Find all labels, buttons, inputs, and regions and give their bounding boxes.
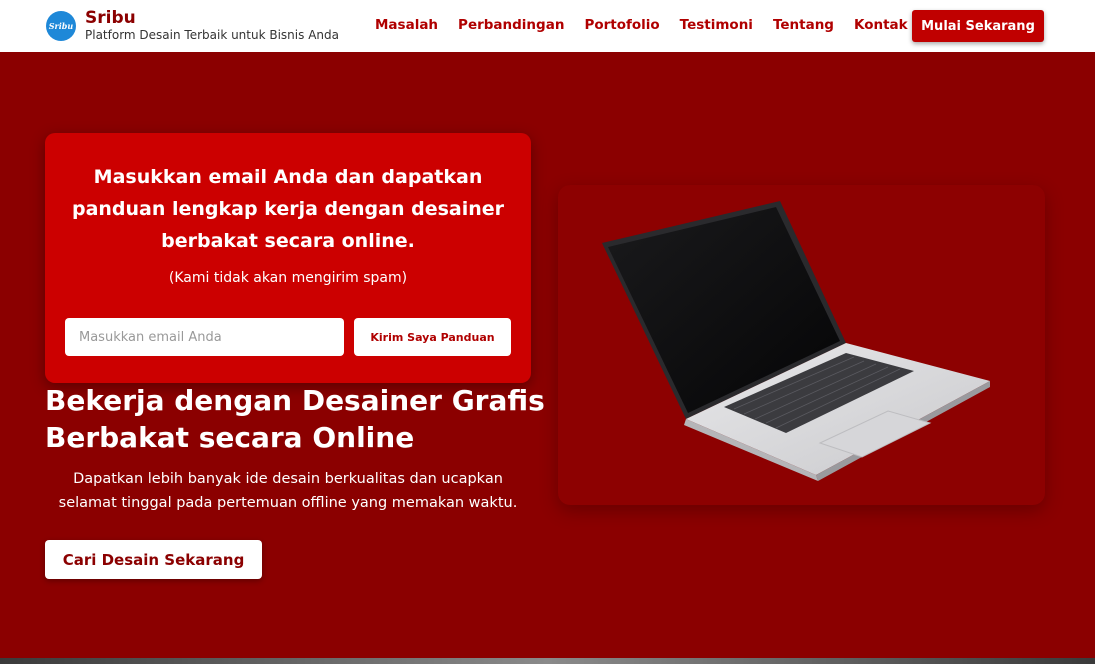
email-input[interactable]	[65, 318, 344, 356]
next-section-edge	[0, 658, 1095, 664]
brand-name[interactable]: Sribu	[85, 8, 136, 28]
no-spam-note: (Kami tidak akan mengirim spam)	[168, 270, 408, 286]
sribu-logo-icon[interactable]: Sribu	[46, 11, 76, 41]
nav-item-tentang[interactable]: Tentang	[773, 17, 834, 33]
main-nav: Masalah Perbandingan Portofolio Testimon…	[375, 17, 928, 33]
mulai-sekarang-button[interactable]: Mulai Sekarang	[912, 10, 1044, 42]
nav-item-testimoni[interactable]: Testimoni	[680, 17, 753, 33]
cari-desain-button[interactable]: Cari Desain Sekarang	[45, 540, 262, 579]
hero-subtitle: Dapatkan lebih banyak ide desain berkual…	[58, 471, 518, 511]
site-header: Sribu Sribu Platform Desain Terbaik untu…	[0, 0, 1095, 52]
email-signup-card: Masukkan email Anda dan dapatkan panduan…	[45, 133, 531, 383]
brand-tagline: Platform Desain Terbaik untuk Bisnis And…	[85, 28, 339, 42]
signup-heading: Masukkan email Anda dan dapatkan panduan…	[71, 166, 505, 252]
hero-title: Bekerja dengan Desainer Grafis Berbakat …	[45, 384, 545, 454]
kirim-panduan-button[interactable]: Kirim Saya Panduan	[354, 318, 511, 356]
hero-image-panel	[558, 185, 1045, 505]
nav-item-masalah[interactable]: Masalah	[375, 17, 438, 33]
nav-item-kontak[interactable]: Kontak	[854, 17, 908, 33]
nav-item-portofolio[interactable]: Portofolio	[584, 17, 659, 33]
nav-item-perbandingan[interactable]: Perbandingan	[458, 17, 564, 33]
laptop-icon	[602, 201, 990, 481]
